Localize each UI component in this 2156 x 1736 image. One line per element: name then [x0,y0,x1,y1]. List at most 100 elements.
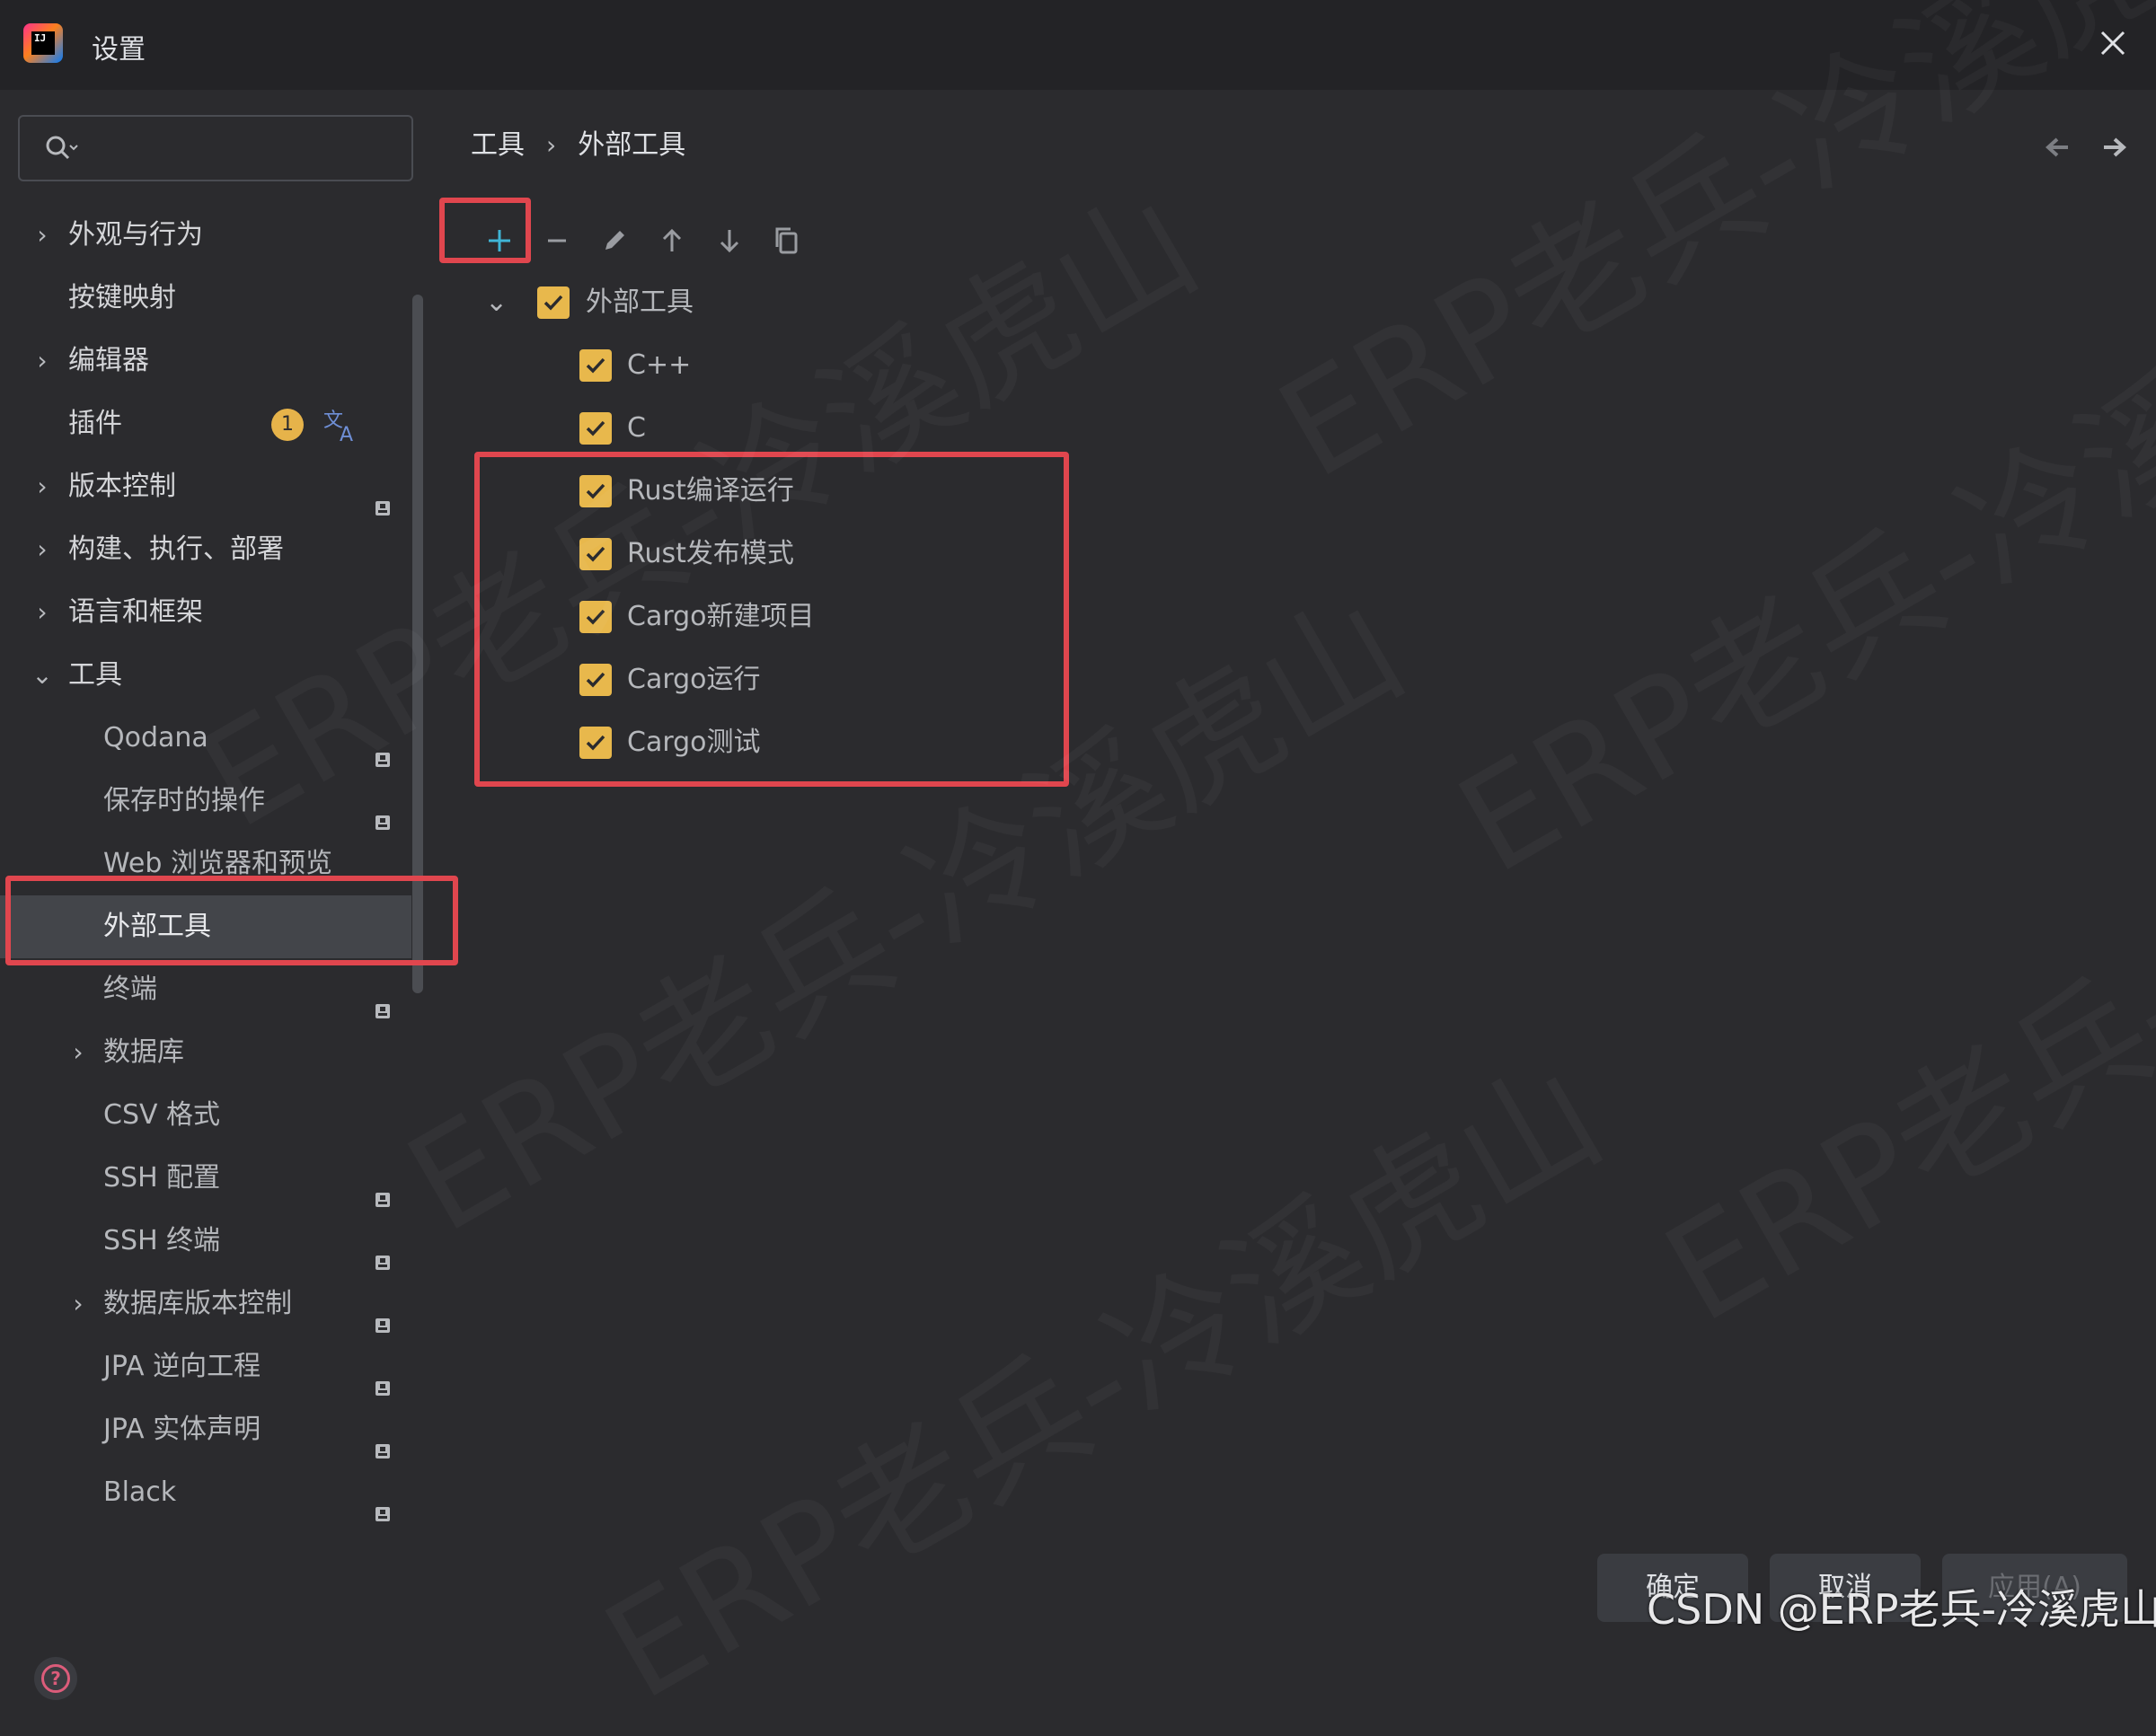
tool-item[interactable]: Rust编译运行 [579,460,1029,523]
watermark: ERP老兵-冷溪虎山 [565,1009,1630,1736]
sidebar-item-jpa-entity[interactable]: JPA 实体声明 [0,1398,427,1461]
breadcrumb-separator-icon: › [546,130,557,160]
settings-sidebar: › 外观与行为 按键映射 › 编辑器 插件 1 文 A › 版本控制 › 构建、… [0,90,427,1700]
tool-item[interactable]: Cargo运行 [579,648,1029,711]
tool-item[interactable]: Cargo测试 [579,711,1029,774]
tool-checkbox[interactable] [579,349,612,382]
tool-label: Cargo运行 [627,664,761,695]
tool-checkbox[interactable] [579,664,612,696]
settings-search-box[interactable] [18,115,413,181]
breadcrumb-current: 外部工具 [578,129,686,161]
chevron-right-icon: › [37,471,48,501]
sidebar-item-label: 按键映射 [68,282,176,313]
external-tools-toolbar [467,211,826,270]
help-icon: ? [41,1664,70,1693]
search-input[interactable] [92,126,397,171]
sidebar-item-languages[interactable]: › 语言和框架 [0,581,427,644]
sidebar-item-vcs[interactable]: › 版本控制 [0,455,427,518]
tool-label: C++ [627,349,692,381]
tool-checkbox[interactable] [579,727,612,759]
close-icon[interactable] [2093,23,2133,63]
sidebar-item-label: JPA 逆向工程 [103,1351,261,1382]
chevron-right-icon: › [73,1037,84,1067]
tool-item[interactable]: Rust发布模式 [579,523,1029,586]
sidebar-item-black[interactable]: Black [0,1461,427,1524]
navigation-arrows [2039,129,2138,165]
csdn-credit: CSDN @ERP老兵-冷溪虎山 [1647,1585,2156,1634]
sidebar-item-build[interactable]: › 构建、执行、部署 [0,518,427,581]
group-checkbox[interactable] [537,286,570,319]
tool-checkbox[interactable] [579,538,612,570]
sidebar-item-label: 工具 [68,659,122,691]
remove-icon [548,239,566,242]
project-level-icon [374,729,392,767]
sidebar-item-web-browsers[interactable]: Web 浏览器和预览 [0,833,427,895]
chevron-right-icon: › [37,220,48,250]
move-up-button[interactable] [645,211,699,270]
sidebar-item-ssh-config[interactable]: SSH 配置 [0,1147,427,1210]
project-level-icon [374,1295,392,1333]
tool-checkbox[interactable] [579,412,612,445]
sidebar-item-db-vcs[interactable]: › 数据库版本控制 [0,1273,427,1335]
add-button[interactable] [473,211,526,270]
project-level-icon [374,1169,392,1207]
sidebar-item-external-tools[interactable]: 外部工具 [0,895,411,958]
project-level-icon [374,1358,392,1396]
sidebar-item-label: 外部工具 [103,911,211,942]
sidebar-item-label: Web 浏览器和预览 [103,848,332,879]
tool-checkbox[interactable] [579,601,612,633]
sidebar-item-qodana[interactable]: Qodana [0,707,427,770]
tool-item[interactable]: C [579,397,1118,460]
sidebar-item-label: SSH 终端 [103,1225,221,1256]
move-down-button[interactable] [702,211,756,270]
sidebar-item-label: 保存时的操作 [103,785,265,816]
sidebar-item-plugins[interactable]: 插件 1 文 A [0,392,427,455]
help-button[interactable]: ? [34,1657,77,1700]
tool-group-external-tools[interactable]: ⌄ 外部工具 [485,271,844,334]
tool-checkbox[interactable] [579,475,612,507]
project-level-icon [374,981,392,1018]
sidebar-item-csv[interactable]: CSV 格式 [0,1084,427,1147]
sidebar-item-terminal[interactable]: 终端 [0,958,427,1021]
svg-text:A: A [340,424,353,445]
sidebar-item-label: SSH 配置 [103,1162,221,1194]
chevron-right-icon: › [37,534,48,564]
sidebar-item-tools[interactable]: ⌄ 工具 [0,644,427,707]
copy-button[interactable] [760,211,814,270]
edit-icon [605,231,624,250]
tool-item[interactable]: C++ [579,334,1118,397]
edit-button[interactable] [588,211,641,270]
tool-label: Cargo新建项目 [627,601,815,632]
sidebar-item-keymap[interactable]: 按键映射 [0,267,427,330]
sidebar-item-appearance[interactable]: › 外观与行为 [0,204,427,267]
project-level-icon [374,1484,392,1521]
project-level-icon [374,792,392,830]
sidebar-item-label: CSV 格式 [103,1099,221,1131]
watermark: ERP老兵-冷溪虎山 [1625,632,2156,1360]
project-level-icon [374,1421,392,1458]
move-down-icon [720,230,739,253]
tool-label: Rust编译运行 [627,475,794,507]
sidebar-item-label: 数据库版本控制 [103,1288,292,1319]
remove-button[interactable] [530,211,584,270]
forward-arrow-icon[interactable] [2097,129,2133,165]
watermark: ERP老兵-冷溪虎山 [1418,183,2156,911]
sidebar-item-actions-on-save[interactable]: 保存时的操作 [0,770,427,833]
move-up-icon [662,228,682,251]
tool-item[interactable]: Cargo新建项目 [579,586,1029,648]
sidebar-item-label: 外观与行为 [68,219,203,251]
chevron-down-icon: ⌄ [31,660,53,690]
sidebar-item-editor[interactable]: › 编辑器 [0,330,427,392]
intellij-logo-icon: IJ [23,23,63,63]
tool-label: Cargo测试 [627,727,761,758]
title-bar: IJ 设置 [0,0,2156,90]
breadcrumb-item[interactable]: 工具 [471,129,525,161]
window-title: 设置 [92,34,146,66]
sidebar-item-label: 插件 [68,408,122,439]
chevron-right-icon: › [73,1289,84,1318]
back-arrow-icon[interactable] [2039,129,2075,165]
sidebar-item-jpa-reverse[interactable]: JPA 逆向工程 [0,1335,427,1398]
sidebar-item-database[interactable]: › 数据库 [0,1021,427,1084]
sidebar-item-label: 构建、执行、部署 [68,533,284,565]
sidebar-item-ssh-terminal[interactable]: SSH 终端 [0,1210,427,1273]
